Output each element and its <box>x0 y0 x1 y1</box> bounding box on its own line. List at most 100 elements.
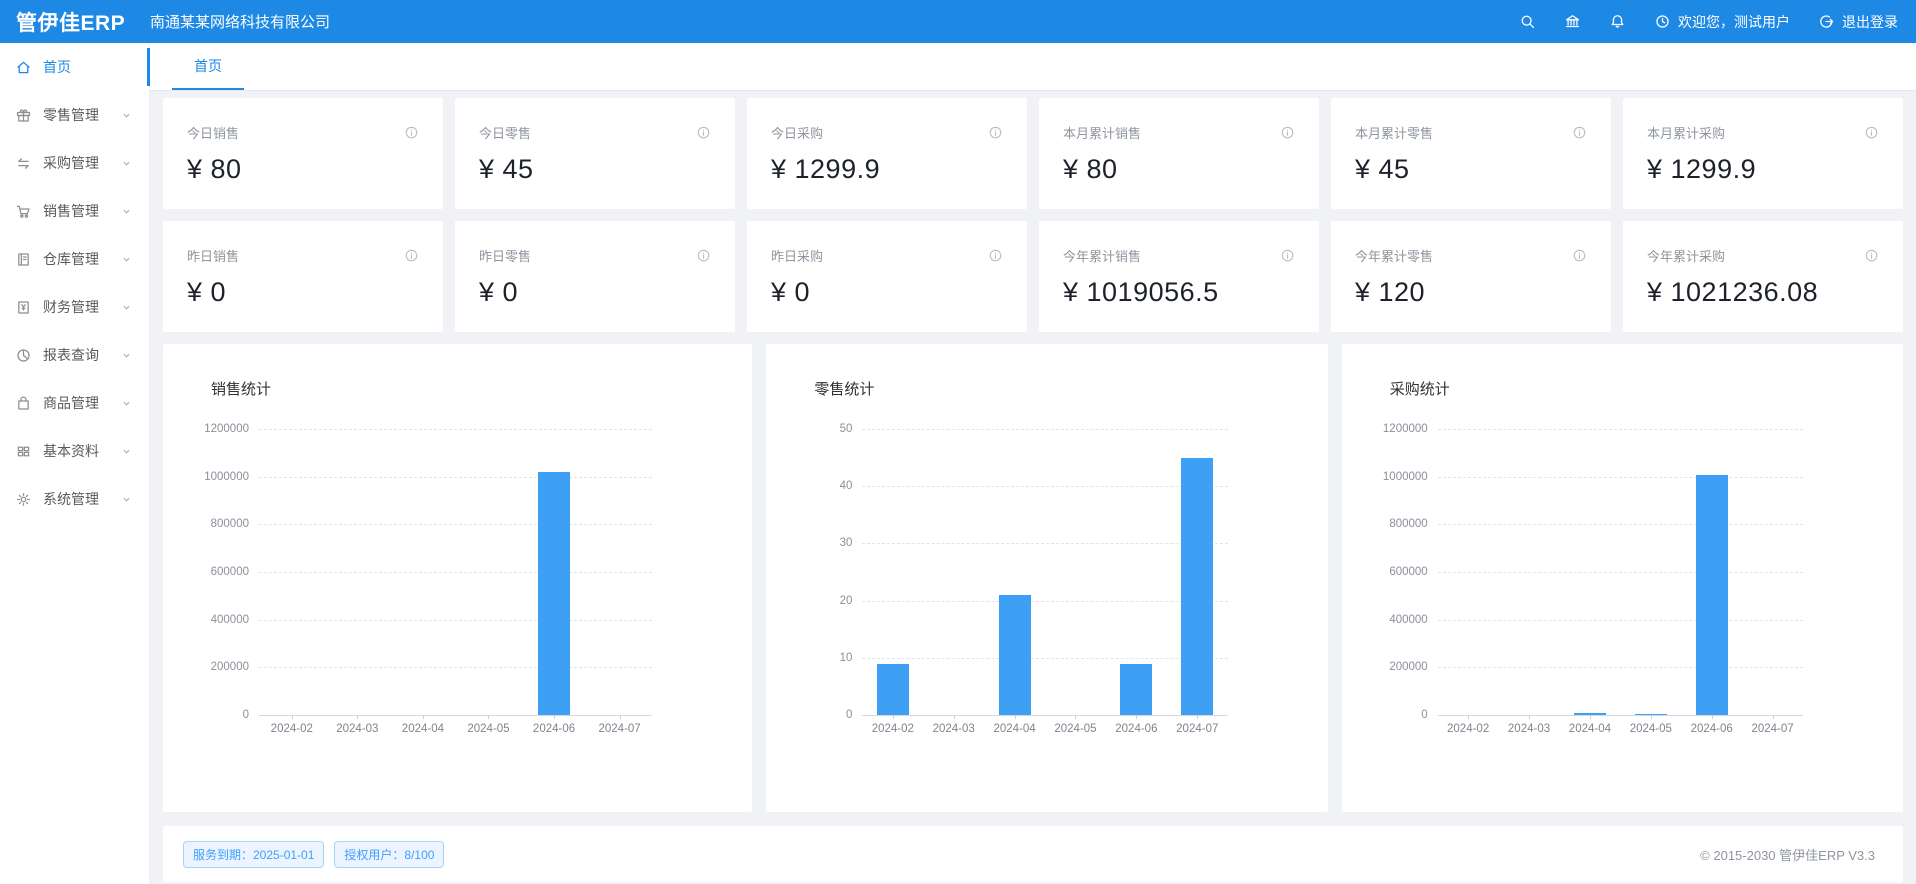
chevron-down-icon <box>120 205 133 218</box>
bag-icon <box>15 395 32 412</box>
bar <box>538 472 570 715</box>
sidebar-item-retail[interactable]: 零售管理 <box>0 91 149 139</box>
stat-card-value: ¥ 0 <box>479 277 711 308</box>
stat-card-header: 本月累计零售 <box>1355 123 1587 142</box>
info-icon[interactable] <box>1572 248 1587 263</box>
stat-card: 今年累计零售 ¥ 120 <box>1331 221 1611 332</box>
stat-card: 昨日销售 ¥ 0 <box>163 221 443 332</box>
stat-card-value: ¥ 120 <box>1355 277 1587 308</box>
sidebar-item-label: 销售管理 <box>43 201 99 221</box>
y-axis-label: 0 <box>1421 709 1427 721</box>
x-axis-label: 2024-03 <box>1499 723 1560 735</box>
sidebar-item-reports[interactable]: 报表查询 <box>0 331 149 379</box>
stat-card-value: ¥ 1021236.08 <box>1647 277 1879 308</box>
bar <box>1120 664 1152 715</box>
x-axis: 2024-022024-032024-042024-052024-062024-… <box>862 723 1227 735</box>
tab-bar: 首页 <box>150 43 1916 91</box>
grid-icon <box>15 443 32 460</box>
stat-card-value: ¥ 45 <box>479 154 711 185</box>
info-icon[interactable] <box>1864 125 1879 140</box>
x-axis-tick <box>1529 715 1530 719</box>
stat-card-label: 本月累计销售 <box>1063 123 1141 142</box>
company-name: 南通某某网络科技有限公司 <box>150 11 330 32</box>
x-axis-label: 2024-02 <box>259 723 325 735</box>
x-axis-tick <box>893 715 894 719</box>
sidebar-item-home[interactable]: 首页 <box>0 43 149 91</box>
stat-card-value: ¥ 80 <box>187 154 419 185</box>
stat-card-header: 昨日销售 <box>187 246 419 265</box>
welcome-text: 欢迎您，测试用户 <box>1678 12 1790 32</box>
sidebar-item-basicdata[interactable]: 基本资料 <box>0 427 149 475</box>
gridline <box>1438 429 1803 430</box>
stat-card-header: 今年累计销售 <box>1063 246 1295 265</box>
info-icon[interactable] <box>404 125 419 140</box>
info-icon[interactable] <box>1280 248 1295 263</box>
info-icon[interactable] <box>696 248 711 263</box>
chart-panel-purchase: 采购统计020000040000060000080000010000001200… <box>1342 344 1903 812</box>
info-icon[interactable] <box>696 125 711 140</box>
logout-label: 退出登录 <box>1842 12 1898 32</box>
x-axis-tick <box>357 715 358 719</box>
x-axis-label: 2024-04 <box>390 723 456 735</box>
x-axis-label: 2024-05 <box>1045 723 1106 735</box>
gridline <box>862 601 1227 602</box>
stat-card-header: 今年累计采购 <box>1647 246 1879 265</box>
sidebar-item-finance[interactable]: 财务管理 <box>0 283 149 331</box>
sidebar-item-sales[interactable]: 销售管理 <box>0 187 149 235</box>
x-axis-label: 2024-06 <box>521 723 587 735</box>
info-icon[interactable] <box>1572 125 1587 140</box>
stat-card-label: 昨日销售 <box>187 246 239 265</box>
app-window: 管伊佳ERP 南通某某网络科技有限公司 欢迎您，测试用户 退出登录 首页零售管理… <box>0 0 1916 884</box>
gridline <box>862 658 1227 659</box>
user-welcome[interactable]: 欢迎您，测试用户 <box>1654 12 1790 32</box>
stat-card-value: ¥ 1299.9 <box>1647 154 1879 185</box>
y-axis-label: 1000000 <box>1383 471 1428 483</box>
x-axis-label: 2024-07 <box>1167 723 1228 735</box>
x-axis-tick <box>1773 715 1774 719</box>
body-row: 首页零售管理采购管理销售管理仓库管理财务管理报表查询商品管理基本资料系统管理 首… <box>0 43 1916 884</box>
app-logo: 管伊佳ERP <box>0 7 150 37</box>
x-axis-tick <box>1712 715 1713 719</box>
x-axis-label: 2024-07 <box>587 723 653 735</box>
finance-icon <box>15 299 32 316</box>
topbar-actions: 欢迎您，测试用户 退出登录 <box>1519 12 1916 32</box>
gridline <box>1438 667 1803 668</box>
stat-card: 今日销售¥ 80 <box>163 98 443 209</box>
sidebar-item-label: 仓库管理 <box>43 249 99 269</box>
info-icon[interactable] <box>988 125 1003 140</box>
x-axis-label: 2024-04 <box>1559 723 1620 735</box>
info-icon[interactable] <box>404 248 419 263</box>
sidebar-item-system[interactable]: 系统管理 <box>0 475 149 523</box>
sidebar-item-goods[interactable]: 商品管理 <box>0 379 149 427</box>
info-icon[interactable] <box>988 248 1003 263</box>
stat-card-header: 本月累计采购 <box>1647 123 1879 142</box>
stat-card-header: 昨日采购 <box>771 246 1003 265</box>
bell-icon[interactable] <box>1609 13 1626 30</box>
x-axis-label: 2024-06 <box>1681 723 1742 735</box>
sidebar-item-label: 报表查询 <box>43 345 99 365</box>
chevron-down-icon <box>120 109 133 122</box>
sidebar-item-label: 基本资料 <box>43 441 99 461</box>
y-axis-label: 50 <box>840 423 853 435</box>
x-axis-label: 2024-05 <box>456 723 522 735</box>
x-axis-tick <box>954 715 955 719</box>
search-icon[interactable] <box>1519 13 1536 30</box>
y-axis-label: 800000 <box>211 518 249 530</box>
tab-home[interactable]: 首页 <box>172 43 244 90</box>
sidebar-item-purchase[interactable]: 采购管理 <box>0 139 149 187</box>
bank-icon[interactable] <box>1564 13 1581 30</box>
stat-card-header: 今日零售 <box>479 123 711 142</box>
gridline <box>259 477 652 478</box>
y-axis-label: 30 <box>840 537 853 549</box>
logout-button[interactable]: 退出登录 <box>1818 12 1898 32</box>
stat-card-label: 今年累计零售 <box>1355 246 1433 265</box>
x-axis-tick <box>1136 715 1137 719</box>
x-axis-tick <box>292 715 293 719</box>
sidebar-item-label: 采购管理 <box>43 153 99 173</box>
stat-card-value: ¥ 0 <box>187 277 419 308</box>
sidebar-item-warehouse[interactable]: 仓库管理 <box>0 235 149 283</box>
gift-icon <box>15 107 32 124</box>
info-icon[interactable] <box>1864 248 1879 263</box>
info-icon[interactable] <box>1280 125 1295 140</box>
main-area: 首页 今日销售¥ 80今日零售¥ 45今日采购¥ 1299.9本月累计销售¥ 8… <box>150 43 1916 884</box>
